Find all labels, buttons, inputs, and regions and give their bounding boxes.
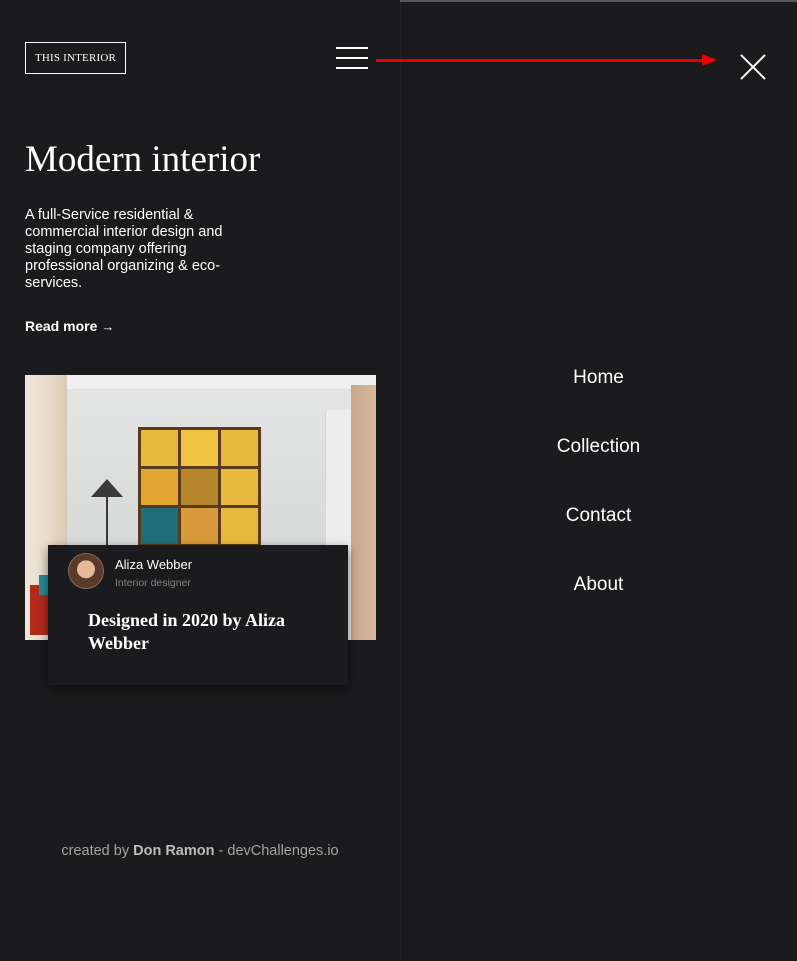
drawer-menu: Home Collection Contact About	[400, 366, 797, 642]
hamburger-menu-icon[interactable]	[336, 47, 368, 69]
page-title: Modern interior	[25, 139, 261, 180]
footer-author[interactable]: Don Ramon	[133, 843, 214, 859]
footer-site[interactable]: devChallenges.io	[227, 843, 338, 859]
footer-separator: -	[214, 843, 228, 859]
nav-item-contact[interactable]: Contact	[400, 504, 797, 573]
card-title: Designed in 2020 by Aliza Webber	[88, 610, 286, 653]
close-icon[interactable]	[740, 54, 766, 80]
read-more-link[interactable]: Read more →	[25, 318, 114, 334]
nav-item-home[interactable]: Home	[400, 366, 797, 435]
wall-art	[138, 427, 261, 547]
author-name: Aliza Webber	[115, 557, 193, 572]
main-panel: THIS INTERIOR Modern interior A full-Ser…	[0, 0, 400, 961]
brand-logo[interactable]: THIS INTERIOR	[25, 42, 126, 74]
footer-credits: created by Don Ramon - devChallenges.io	[0, 843, 400, 859]
author-role: Interior designer	[115, 577, 191, 589]
arrow-right-icon: →	[101, 319, 115, 334]
footer-prefix: created by	[61, 843, 130, 859]
annotation-arrow-head-icon	[702, 54, 717, 66]
read-more-label: Read more	[25, 318, 98, 334]
avatar	[68, 553, 104, 589]
nav-item-about[interactable]: About	[400, 573, 797, 642]
nav-item-collection[interactable]: Collection	[400, 435, 797, 504]
drawer-top-border	[400, 0, 797, 2]
designer-card: Aliza Webber Interior designer Designed …	[48, 545, 348, 685]
annotation-arrow-line	[376, 59, 704, 62]
hero-description: A full-Service residential & commercial …	[25, 207, 223, 291]
